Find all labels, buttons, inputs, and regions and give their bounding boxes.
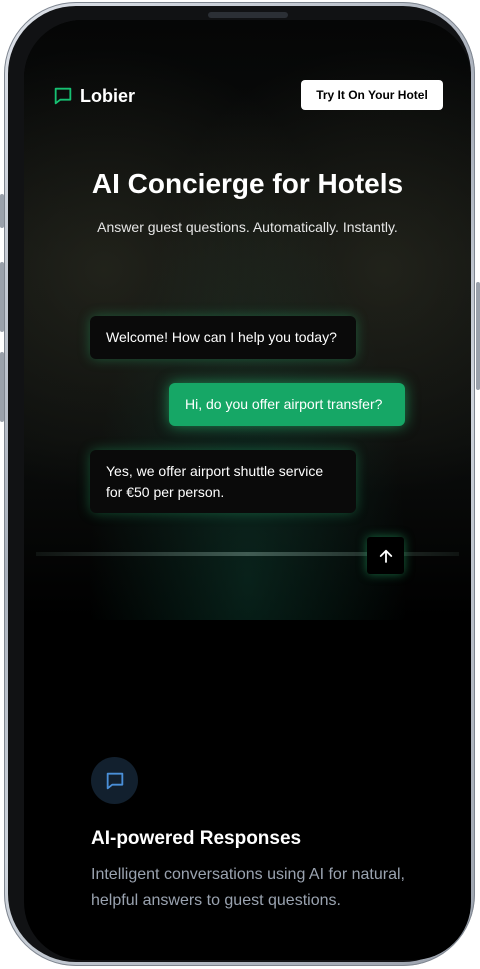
speaker-grille (208, 12, 288, 18)
chat-bubble-icon (54, 87, 72, 105)
page-title: AI Concierge for Hotels (91, 168, 404, 199)
scroll-to-top-button[interactable] (367, 537, 404, 574)
chat-message-user: Hi, do you offer airport transfer? (169, 383, 405, 426)
screen: Lobier Try It On Your Hotel AI Concierge… (24, 20, 471, 960)
page-subtitle: Answer guest questions. Automatically. I… (97, 219, 398, 235)
arrow-up-icon (379, 549, 392, 563)
power-button (476, 282, 480, 390)
brand-name: Lobier (80, 85, 136, 106)
try-it-button[interactable]: Try It On Your Hotel (301, 80, 443, 110)
message-square-icon (106, 772, 123, 789)
phone-device: Lobier Try It On Your Hotel AI Concierge… (0, 0, 480, 969)
phone-bezel: Lobier Try It On Your Hotel AI Concierge… (8, 6, 471, 962)
brand-logo[interactable]: Lobier (52, 84, 135, 108)
feature-description: Intelligent conversations using AI for n… (91, 866, 405, 909)
chat-message-assistant: Yes, we offer airport shuttle service fo… (90, 450, 356, 513)
feature-title: AI-powered Responses (91, 828, 302, 849)
chat-message-assistant: Welcome! How can I help you today? (90, 316, 356, 359)
feature-icon-badge (91, 757, 138, 804)
